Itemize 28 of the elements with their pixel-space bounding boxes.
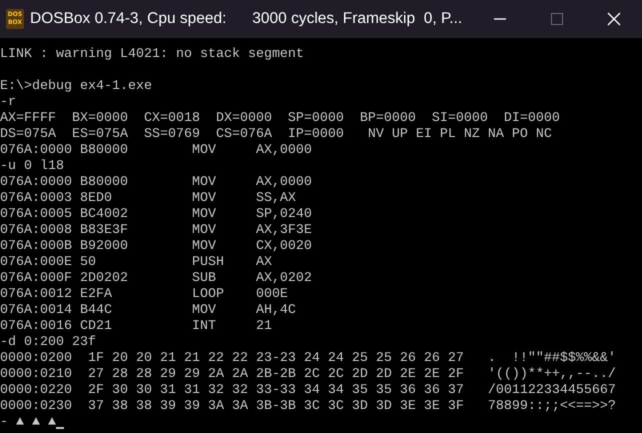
close-icon [606, 11, 622, 27]
terminal-line: 076A:000B B92000 MOV CX,0020 [0, 239, 313, 255]
terminal-line: -r [0, 95, 17, 111]
terminal-line: 0000:0200 1F 20 20 21 21 22 22 23-23 24 24 25 25 26 26 27 . !!""##$$%%&&' [0, 351, 617, 367]
terminal-line: AX=FFFF BX=0000 CX=0018 DX=0000 SP=0000 BP=0000 SI=0000 DI=0000 [0, 111, 561, 127]
terminal-line: 076A:000F 2D0202 SUB AX,0202 [0, 271, 313, 287]
terminal-line: 0000:0230 37 38 38 39 39 3A 3A 3B-3B 3C 3C 3D 3D 3E 3E 3F 78899::;;<<==>>? [0, 399, 617, 415]
terminal-line: -u 0 l18 [0, 159, 65, 175]
terminal-line: 076A:0000 B80000 MOV AX,0000 [0, 175, 313, 191]
window-title: DOSBox 0.74-3, Cpu speed: 3000 cycles, Frameskip 0, P... [30, 10, 464, 28]
terminal-line: 076A:0016 CD21 INT 21 [0, 319, 273, 335]
terminal-line: 076A:0000 B80000 MOV AX,0000 [0, 143, 313, 159]
terminal-line: 076A:000E 50 PUSH AX [0, 255, 273, 271]
terminal-line: 076A:0012 E2FA LOOP 000E [0, 287, 289, 303]
terminal-line: 076A:0014 B44C MOV AH,4C [0, 303, 297, 319]
terminal-line: E:\>debug ex4-1.exe [0, 79, 153, 95]
terminal-line: -d 0:200 23f [0, 335, 97, 351]
text-cursor [56, 427, 64, 429]
terminal-line: 0000:0210 27 28 28 29 29 2A 2A 2B-2B 2C 2C 2D 2D 2E 2E 2F '(())**++,,--../ [0, 367, 617, 383]
terminal-line: 076A:0008 B83E3F MOV AX,3F3E [0, 223, 313, 239]
terminal-line: 076A:0003 8ED0 MOV SS,AX [0, 191, 297, 207]
terminal-line: DS=075A ES=075A SS=0769 CS=076A IP=0000 NV UP EI PL NZ NA PO NC [0, 127, 553, 143]
maximize-icon [548, 11, 564, 27]
terminal-line: 0000:0220 2F 30 30 31 31 32 32 33-33 34 34 35 35 36 36 37 /001122334455667 [0, 383, 617, 399]
terminal-line: LINK : warning L4021: no stack segment [0, 47, 305, 63]
terminal-line: 076A:0005 BC4002 MOV SP,0240 [0, 207, 313, 223]
command-prompt: - ▲ ▲ ▲ [0, 415, 56, 431]
minimize-icon [494, 18, 506, 20]
